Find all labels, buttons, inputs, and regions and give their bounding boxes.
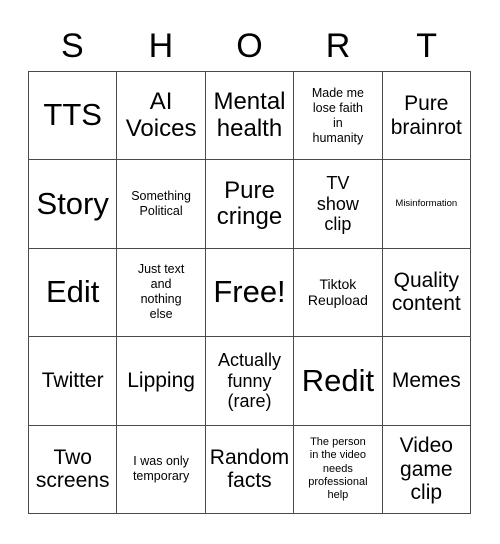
bingo-cell-r2c1[interactable]: Story [29,160,118,249]
bingo-grid: TTS AI Voices Mental health Made me lose… [28,71,471,514]
header-letter-5: T [416,27,438,65]
bingo-cell-r5c1[interactable]: Two screens [29,425,118,514]
bingo-cell-label: Misinformation [395,198,458,210]
bingo-cell-label: I was only temporary [132,454,190,484]
bingo-card: S H O R T TTS AI Voices Mental health Ma… [0,0,500,544]
bingo-cell-r4c3[interactable]: Actually funny (rare) [205,337,295,426]
bingo-cell-r1c5[interactable]: Pure brainrot [382,72,471,161]
bingo-cell-label: Two screens [35,445,110,493]
bingo-cell-label: Pure cringe [216,176,283,231]
bingo-cell-r3c2[interactable]: Just text and nothing else [117,248,206,338]
bingo-cell-r1c4[interactable]: Made me lose faith in humanity [294,72,383,161]
bingo-cell-r2c5[interactable]: Misinformation [382,160,471,249]
bingo-cell-r1c3[interactable]: Mental health [205,72,295,161]
bingo-cell-label: Video game clip [399,434,453,505]
bingo-cell-label: Memes [391,369,461,393]
bingo-cell-r2c3[interactable]: Pure cringe [205,160,295,249]
bingo-cell-label: Free! [213,274,286,310]
bingo-cell-label: TTS [43,97,102,133]
header-letter-3: O [236,27,263,65]
bingo-cell-label: Random facts [209,445,290,493]
bingo-cell-r2c2[interactable]: Something Political [117,160,206,249]
bingo-cell-r4c5[interactable]: Memes [382,337,471,426]
bingo-cell-label: The person in the video needs profession… [308,435,368,502]
bingo-cell-r5c5[interactable]: Video game clip [382,425,471,514]
bingo-cell-label: Actually funny (rare) [217,350,281,412]
bingo-cell-label: Lipping [127,369,195,393]
bingo-cell-r5c3[interactable]: Random facts [205,425,295,514]
header-letter-1: S [60,27,84,65]
bingo-cell-label: Pure brainrot [390,92,462,139]
bingo-cell-label: Something Political [131,189,191,219]
bingo-cell-r2c4[interactable]: TV show clip [294,160,383,249]
bingo-cell-label: Redit [301,362,375,398]
bingo-cell-r4c2[interactable]: Lipping [117,337,206,426]
header-letter-2: H [148,27,174,65]
bingo-cell-label: Made me lose faith in humanity [311,85,364,145]
bingo-cell-label: Story [36,185,109,221]
bingo-cell-r3c4[interactable]: Tiktok Reupload [294,248,383,338]
bingo-cell-r3c1[interactable]: Edit [29,248,118,338]
bingo-cell-r4c1[interactable]: Twitter [29,337,118,426]
bingo-cell-r4c4[interactable]: Redit [294,337,383,426]
bingo-cell-label: AI Voices [125,88,197,142]
bingo-cell-label: Quality content [391,268,461,316]
bingo-cell-label: Edit [45,274,100,310]
bingo-cell-r5c4[interactable]: The person in the video needs profession… [294,425,383,514]
bingo-cell-r5c2[interactable]: I was only temporary [117,425,206,514]
bingo-cell-r3c5[interactable]: Quality content [382,248,471,338]
bingo-cell-label: Mental health [213,88,286,142]
header-letter-4: R [325,27,351,65]
bingo-cell-label: Tiktok Reupload [307,275,368,309]
bingo-cell-free-space[interactable]: Free! [205,248,295,338]
bingo-header-row: S H O R T [28,22,471,70]
bingo-cell-r1c1[interactable]: TTS [29,72,118,161]
bingo-cell-label: Just text and nothing else [137,262,185,322]
bingo-cell-r1c2[interactable]: AI Voices [117,72,206,161]
bingo-cell-label: Twitter [41,369,104,393]
bingo-cell-label: TV show clip [316,173,359,235]
